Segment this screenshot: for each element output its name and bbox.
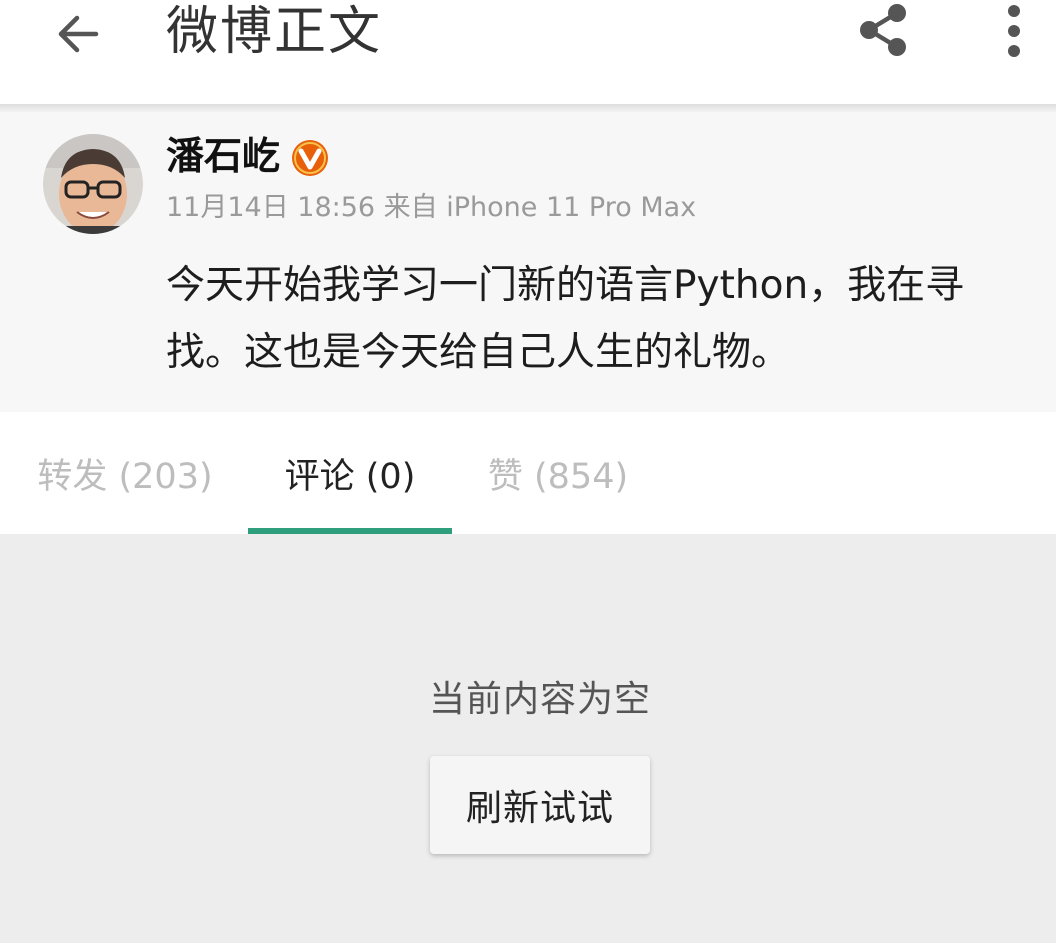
avatar-photo (43, 134, 143, 234)
back-button[interactable] (40, 2, 116, 66)
tab-reposts[interactable]: 转发 (203) (10, 412, 240, 534)
post-meta: 11月14日 18:56 来自 iPhone 11 Pro Max (166, 192, 697, 223)
app-bar-shadow (0, 104, 1056, 112)
weibo-post: 潘石屹 11月14日 18:56 来自 iPhone 11 Pro Max 今天… (0, 112, 1056, 412)
refresh-button[interactable]: 刷新试试 (430, 756, 650, 854)
app-bar: 微博正文 (0, 0, 1056, 104)
tab-likes[interactable]: 赞 (854) (460, 412, 656, 534)
author-avatar[interactable] (43, 134, 143, 234)
more-options-button[interactable] (986, 0, 1042, 64)
verified-badge (290, 138, 330, 178)
verified-v-icon (292, 140, 328, 176)
author-name[interactable]: 潘石屹 (166, 132, 280, 180)
post-text: 今天开始我学习一门新的语言Python，我在寻找。这也是今天给自己人生的礼物。 (166, 263, 965, 375)
active-tab-indicator (248, 528, 452, 534)
tab-comments[interactable]: 评论 (0) (248, 412, 452, 534)
page-title: 微博正文 (166, 2, 383, 62)
post-tabs: 转发 (203) 评论 (0) 赞 (854) (0, 412, 1056, 534)
arrow-back-icon (58, 15, 99, 53)
more-vert-icon (1008, 5, 1020, 57)
empty-state-message: 当前内容为空 (428, 679, 651, 720)
share-icon (860, 4, 906, 56)
share-button[interactable] (846, 0, 920, 62)
